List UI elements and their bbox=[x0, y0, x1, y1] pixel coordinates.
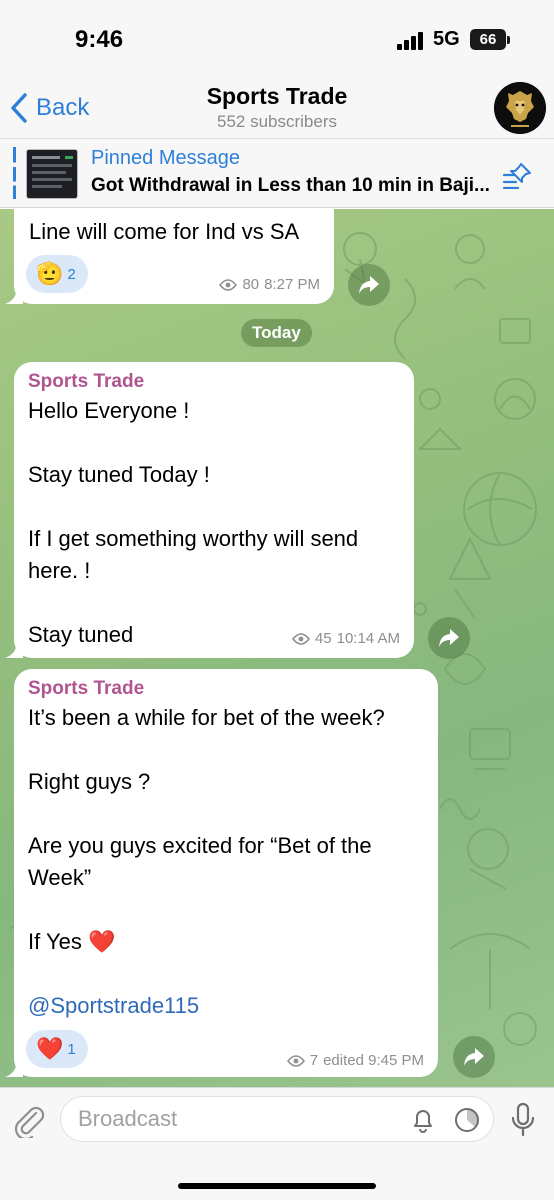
sender-name: Sports Trade bbox=[28, 678, 145, 699]
message-meta: 45 10:14 AM bbox=[291, 630, 400, 647]
eye-icon bbox=[291, 632, 310, 645]
share-icon bbox=[464, 1048, 484, 1066]
battery-icon: 66 bbox=[470, 29, 506, 50]
reaction-count: 1 bbox=[67, 1040, 76, 1058]
share-icon bbox=[439, 629, 459, 647]
network-type: 5G bbox=[433, 28, 460, 50]
message-text: Hello Everyone ! Stay tuned Today ! If I… bbox=[28, 398, 359, 647]
mention-link[interactable]: @Sportstrade115 bbox=[28, 990, 199, 1022]
view-count: 45 bbox=[314, 630, 332, 647]
battery-tip bbox=[507, 36, 510, 44]
view-count: 80 bbox=[242, 276, 260, 293]
status-bar: 9:46 5G 66 bbox=[0, 0, 554, 80]
pinned-list-icon[interactable] bbox=[502, 161, 534, 189]
chat-area[interactable]: Line will come for Ind vs SA 🫡 2 80 8:27… bbox=[0, 209, 554, 1087]
reaction-chip[interactable]: 🫡 2 bbox=[26, 255, 88, 293]
bubble-tail bbox=[5, 640, 23, 658]
broadcast-input-box[interactable] bbox=[60, 1096, 494, 1142]
message-bubble[interactable]: Line will come for Ind vs SA 🫡 2 80 8:27… bbox=[14, 209, 334, 304]
attach-icon[interactable] bbox=[12, 1104, 46, 1138]
reaction-count: 2 bbox=[67, 265, 76, 283]
channel-title[interactable]: Sports Trade bbox=[0, 83, 554, 110]
view-count: 7 bbox=[309, 1052, 319, 1069]
message-bubble[interactable]: Sports Trade Hello Everyone ! Stay tuned… bbox=[14, 362, 414, 658]
message-bubble[interactable]: Sports Trade It’s been a while for bet o… bbox=[14, 669, 438, 1077]
eye-icon bbox=[286, 1054, 305, 1067]
message-text: It’s been a while for bet of the week? R… bbox=[28, 705, 385, 954]
message-time: 8:27 PM bbox=[264, 276, 320, 293]
message-time: edited 9:45 PM bbox=[323, 1052, 424, 1069]
pinned-indicator bbox=[13, 147, 16, 199]
bubble-tail bbox=[5, 286, 23, 304]
share-button[interactable] bbox=[453, 1036, 495, 1078]
pinned-thumbnail bbox=[26, 149, 78, 199]
pinned-message-bar[interactable]: Pinned Message Got Withdrawal in Less th… bbox=[0, 138, 554, 208]
broadcast-input[interactable] bbox=[78, 1097, 398, 1141]
reaction-chip[interactable]: ❤️ 1 bbox=[26, 1030, 88, 1068]
message-text: Line will come for Ind vs SA bbox=[29, 219, 300, 244]
timer-icon[interactable] bbox=[453, 1106, 481, 1134]
status-time: 9:46 bbox=[75, 26, 124, 53]
pinned-title: Pinned Message bbox=[91, 147, 240, 169]
share-button[interactable] bbox=[348, 264, 390, 306]
home-indicator bbox=[178, 1183, 376, 1189]
reaction-emoji: 🫡 bbox=[36, 261, 64, 286]
subscriber-count: 552 subscribers bbox=[216, 112, 337, 131]
message-time: 10:14 AM bbox=[336, 630, 400, 647]
reaction-emoji: ❤️ bbox=[36, 1036, 64, 1061]
channel-avatar[interactable] bbox=[494, 82, 546, 134]
share-button[interactable] bbox=[428, 617, 470, 659]
sender-name: Sports Trade bbox=[28, 371, 145, 392]
lion-logo-icon bbox=[494, 82, 546, 134]
eye-icon bbox=[219, 278, 238, 291]
message-meta: 80 8:27 PM bbox=[219, 276, 320, 293]
chat-header: Back Sports Trade 552 subscribers bbox=[0, 80, 554, 138]
bell-icon[interactable] bbox=[409, 1106, 437, 1134]
date-separator: Today bbox=[241, 319, 312, 347]
pinned-text: Got Withdrawal in Less than 10 min in Ba… bbox=[91, 175, 490, 196]
message-meta: 7 edited 9:45 PM bbox=[286, 1052, 424, 1069]
bubble-tail bbox=[5, 1059, 23, 1077]
mic-icon[interactable] bbox=[510, 1102, 536, 1138]
signal-icon bbox=[397, 32, 427, 50]
share-icon bbox=[359, 276, 379, 294]
